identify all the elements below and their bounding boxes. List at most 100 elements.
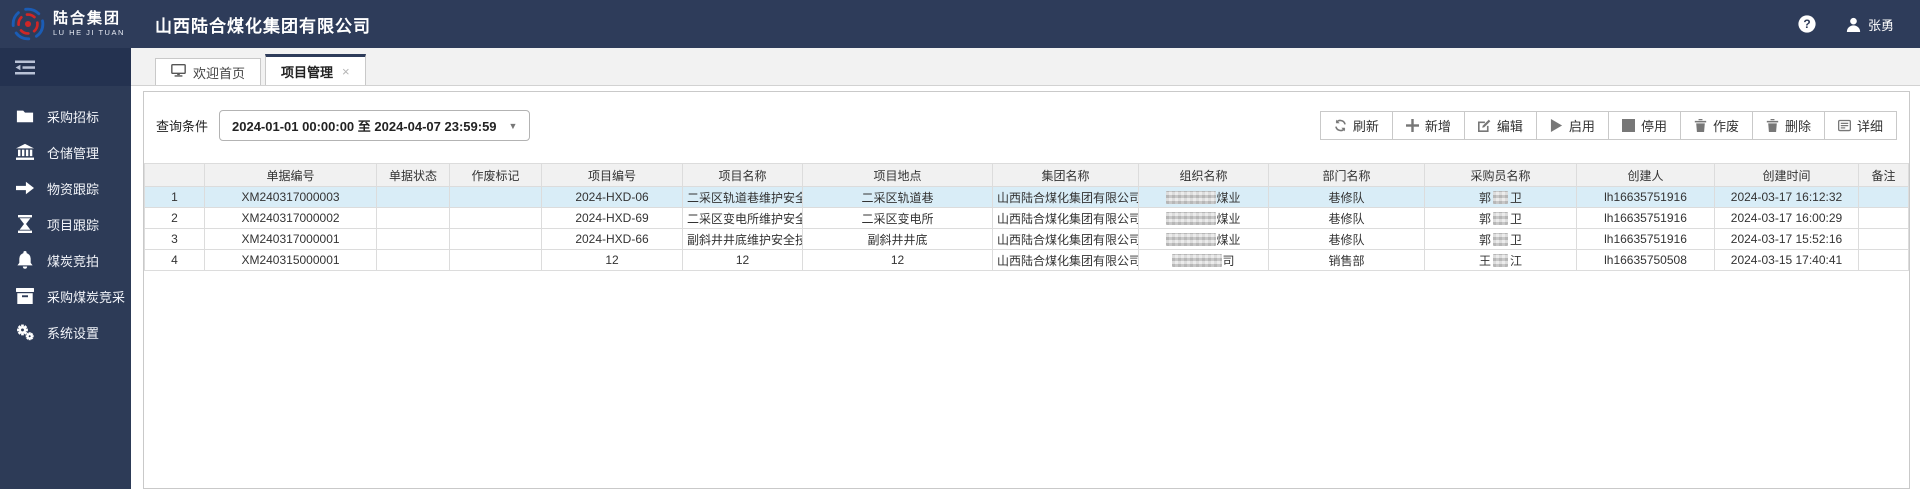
tab-project-management[interactable]: 项目管理 ×: [265, 54, 366, 85]
enable-button[interactable]: 启用: [1535, 111, 1609, 140]
cell-doc-no: XM240317000002: [204, 207, 377, 229]
date-range-value: 2024-01-01 00:00:00 至 2024-04-07 23:59:5…: [232, 119, 497, 134]
sidebar-item-system-settings[interactable]: 系统设置: [0, 314, 131, 350]
content-panel: 查询条件 2024-01-01 00:00:00 至 2024-04-07 23…: [143, 91, 1910, 489]
collapse-menu-icon: [15, 60, 35, 74]
cell-dept-name: 销售部: [1268, 249, 1425, 271]
column-header-purchaser-name: 采购员名称: [1424, 163, 1577, 187]
date-range-select[interactable]: 2024-01-01 00:00:00 至 2024-04-07 23:59:5…: [219, 110, 531, 141]
toolbar: 刷新 新增 编辑 启用 停用 作废 删除 详细: [1319, 111, 1897, 140]
redacted-block: [1172, 253, 1223, 267]
button-label: 刷新: [1352, 119, 1379, 134]
sidebar-item-label: 采购煤炭竞采: [47, 289, 126, 305]
redacted-block: [1166, 190, 1217, 204]
cell-project-location: 12: [802, 249, 993, 271]
button-label: 停用: [1640, 119, 1667, 134]
cell-remark: [1858, 186, 1909, 208]
top-header-bar: 陆合集团 LU HE JI TUAN 山西陆合煤化集团有限公司 ? 张勇: [0, 0, 1920, 48]
sidebar-item-label: 采购招标: [47, 109, 100, 125]
cell-dept-name: 巷修队: [1268, 186, 1425, 208]
sidebar-collapse-button[interactable]: [0, 48, 131, 86]
table-row[interactable]: 1XM240317000003 2024-HXD-06二采区轨道巷维护安全技术二采…: [144, 186, 1909, 208]
cell-row-number: 1: [144, 186, 205, 208]
cell-remark: [1858, 207, 1909, 229]
cell-row-number: 2: [144, 207, 205, 229]
column-header-doc-no: 单据编号: [204, 163, 377, 187]
cell-purchaser-name: 郭卫: [1424, 207, 1577, 229]
stop-icon: [1621, 119, 1635, 132]
user-icon: [1846, 17, 1861, 32]
column-header-row-number: [144, 163, 205, 187]
table-row[interactable]: 3XM240317000001 2024-HXD-66副斜井井底维护安全技术措副斜…: [144, 228, 1909, 250]
detail-button[interactable]: 详细: [1823, 111, 1897, 140]
records-table: 单据编号 单据状态 作废标记 项目编号 项目名称 项目地点 集团名称 组织名称 部门名称 采购员名…: [144, 163, 1909, 271]
column-header-remark: 备注: [1858, 163, 1909, 187]
cell-project-no: 2024-HXD-69: [541, 207, 683, 229]
column-header-org-name: 组织名称: [1138, 163, 1269, 187]
cell-remark: [1858, 249, 1909, 271]
redacted-block: [1493, 232, 1508, 246]
edit-button[interactable]: 编辑: [1463, 111, 1537, 140]
table-row[interactable]: 4 XM240315000001 12 12 12 山西陆合煤化集团有限公司司销售部王江 l…: [144, 249, 1909, 271]
refresh-icon: [1334, 119, 1347, 132]
column-header-group-name: 集团名称: [992, 163, 1139, 187]
cell-purchaser-name: 郭卫: [1424, 186, 1577, 208]
cell-void-flag: [449, 186, 542, 208]
brand: 陆合集团 LU HE JI TUAN: [0, 6, 131, 42]
help-icon[interactable]: ?: [1798, 15, 1816, 33]
cell-project-location: 二采区变电所: [802, 207, 993, 229]
cell-dept-name: 巷修队: [1268, 207, 1425, 229]
sidebar-item-label: 系统设置: [47, 325, 100, 341]
sidebar-item-coal-auction[interactable]: 煤炭竞拍: [0, 242, 131, 278]
edit-icon: [1477, 119, 1491, 132]
trash-icon: [1766, 119, 1779, 132]
button-label: 启用: [1568, 119, 1595, 134]
bank-icon: [15, 143, 34, 161]
sidebar-item-material-tracking[interactable]: 物资跟踪: [0, 170, 131, 206]
company-logo-icon: [10, 6, 46, 42]
cell-create-time: 2024-03-17 16:12:32: [1714, 186, 1859, 208]
cell-doc-no: XM240315000001: [204, 249, 377, 271]
cell-purchaser-name: 郭卫: [1424, 228, 1577, 250]
cell-group-name: 山西陆合煤化集团有限公司: [992, 249, 1139, 271]
cell-project-location: 二采区轨道巷: [802, 186, 993, 208]
void-button[interactable]: 作废: [1679, 111, 1753, 140]
cell-doc-status: [376, 186, 450, 208]
redacted-block: [1493, 253, 1508, 267]
close-icon[interactable]: ×: [342, 64, 350, 79]
folder-icon: [15, 107, 34, 125]
sidebar-item-coal-procurement-auction[interactable]: 采购煤炭竞采: [0, 278, 131, 314]
delete-button[interactable]: 删除: [1751, 111, 1825, 140]
button-label: 删除: [1784, 119, 1811, 134]
cell-project-no: 2024-HXD-06: [541, 186, 683, 208]
cell-create-time: 2024-03-17 16:00:29: [1714, 207, 1859, 229]
cell-org-name: 司: [1138, 249, 1269, 271]
redacted-block: [1166, 232, 1217, 246]
table-row[interactable]: 2XM240317000002 2024-HXD-69二采区变电所维护安全技术二采…: [144, 207, 1909, 229]
user-name: 张勇: [1867, 17, 1894, 33]
user-menu[interactable]: 张勇: [1846, 15, 1894, 34]
tab-welcome[interactable]: 欢迎首页: [155, 58, 262, 85]
cell-doc-no: XM240317000003: [204, 186, 377, 208]
redacted-block: [1493, 190, 1508, 204]
add-button[interactable]: 新增: [1391, 111, 1465, 140]
cell-void-flag: [449, 207, 542, 229]
sidebar-item-procurement-bidding[interactable]: 采购招标: [0, 98, 131, 134]
cell-purchaser-name: 王江: [1424, 249, 1577, 271]
sidebar-item-warehouse-management[interactable]: 仓储管理: [0, 134, 131, 170]
sidebar-item-project-tracking[interactable]: 项目跟踪: [0, 206, 131, 242]
query-label: 查询条件: [156, 119, 209, 134]
cell-doc-status: [376, 249, 450, 271]
button-label: 详细: [1856, 119, 1883, 134]
redacted-block: [1166, 211, 1217, 225]
column-header-doc-status: 单据状态: [376, 163, 450, 187]
arrow-right-icon: [15, 179, 34, 197]
play-icon: [1550, 119, 1563, 132]
table-body: 1XM240317000003 2024-HXD-06二采区轨道巷维护安全技术二采…: [144, 186, 1909, 271]
refresh-button[interactable]: 刷新: [1319, 111, 1393, 140]
sidebar: 采购招标仓储管理 物资跟踪 项目跟踪 煤炭竞拍采购煤炭竞采 系统设置: [0, 48, 131, 489]
disable-button[interactable]: 停用: [1607, 111, 1681, 140]
column-header-project-name: 项目名称: [682, 163, 803, 187]
bell-icon: [15, 251, 34, 269]
cell-project-name: 12: [682, 249, 803, 271]
